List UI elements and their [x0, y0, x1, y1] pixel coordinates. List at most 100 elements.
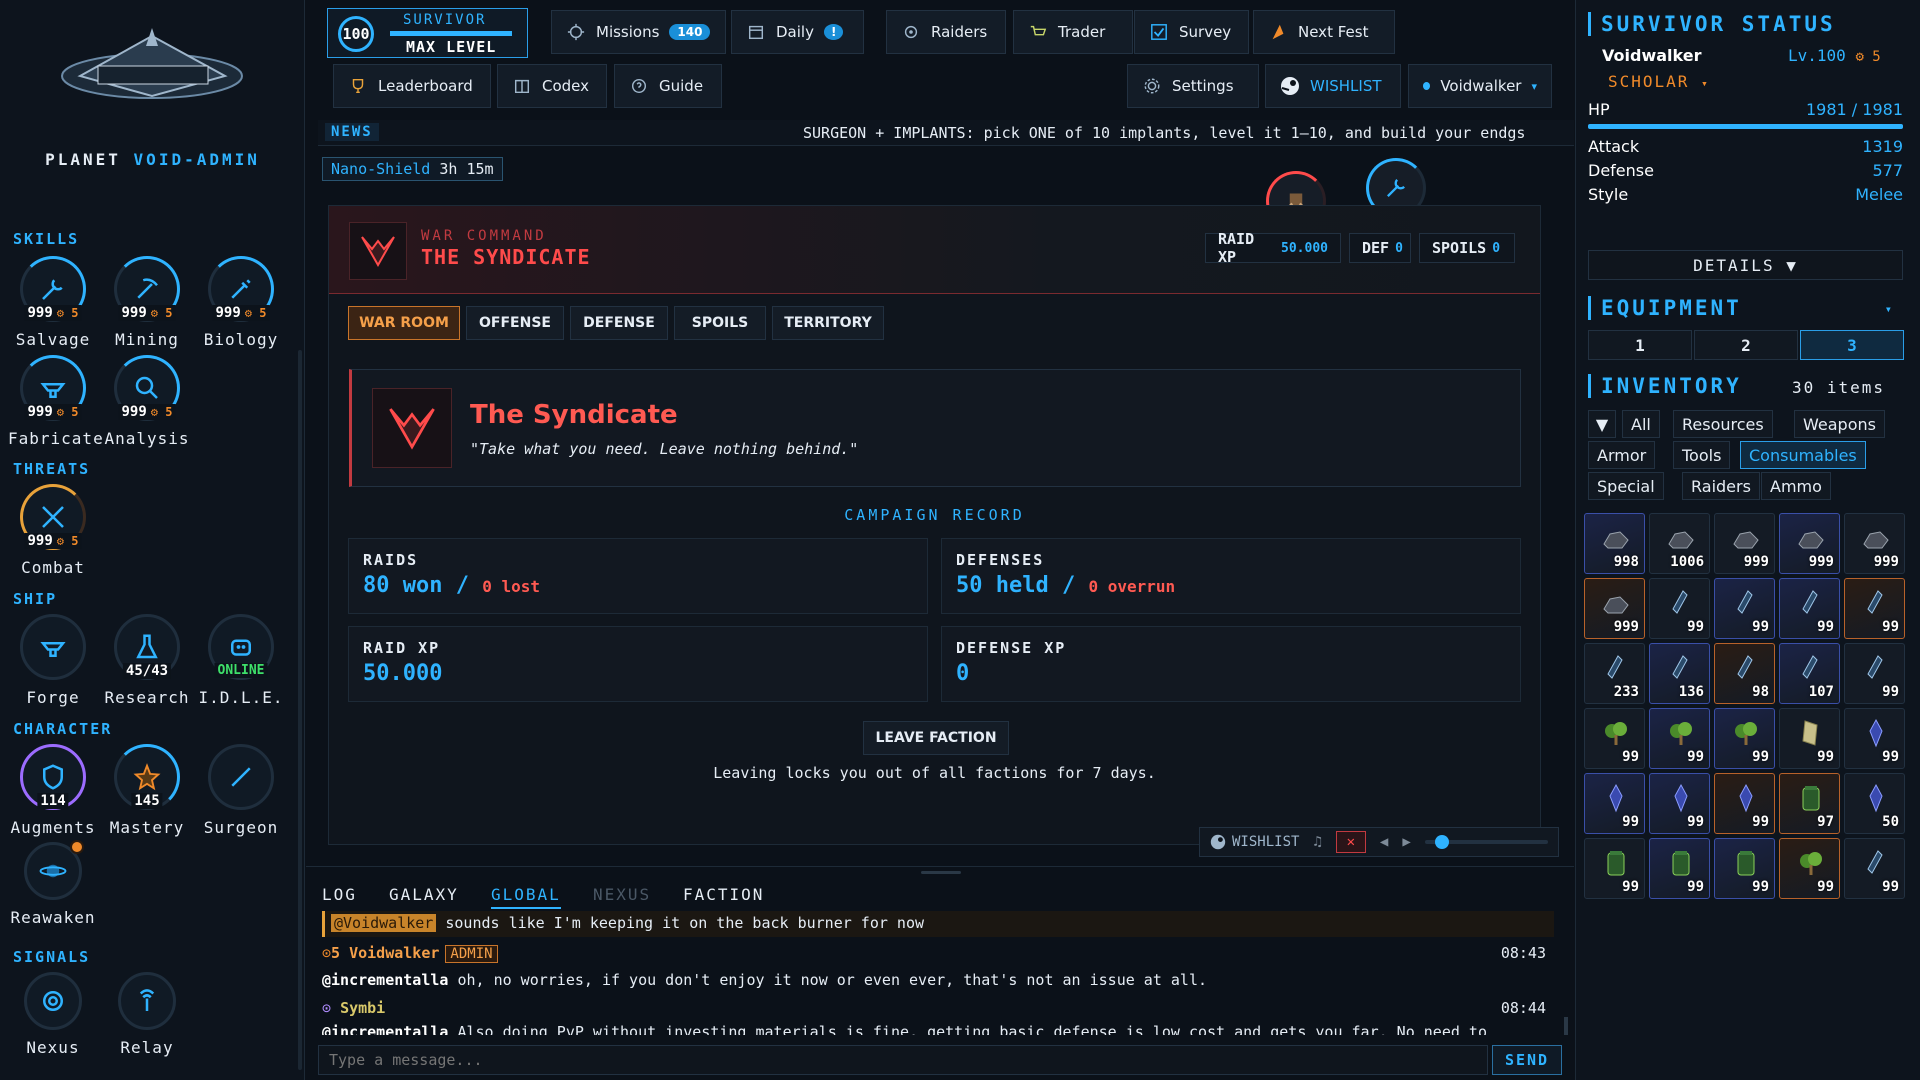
- inventory-slot[interactable]: 99: [1649, 708, 1710, 769]
- tab-spoils[interactable]: SPOILS: [674, 306, 766, 340]
- skill-mining[interactable]: 999 ⚙ 5 Mining: [102, 256, 192, 349]
- inventory-slot[interactable]: 136: [1649, 643, 1710, 704]
- filter-armor[interactable]: Armor: [1588, 441, 1656, 469]
- chevron-down-icon[interactable]: ▾: [1885, 302, 1892, 316]
- chat-tab-galaxy[interactable]: GALAXY: [389, 885, 459, 904]
- inventory-slot[interactable]: 998: [1584, 513, 1645, 574]
- inventory-slot[interactable]: 999: [1584, 578, 1645, 639]
- inventory-slot[interactable]: 233: [1584, 643, 1645, 704]
- loadout-3-button[interactable]: 3: [1800, 330, 1904, 360]
- inventory-slot[interactable]: 999: [1844, 513, 1905, 574]
- tab-defense[interactable]: DEFENSE: [570, 306, 668, 340]
- chat-tab-nexus[interactable]: NEXUS: [593, 885, 651, 904]
- filter-resources[interactable]: Resources: [1673, 410, 1773, 438]
- inventory-slot[interactable]: 97: [1779, 773, 1840, 834]
- inventory-slot[interactable]: 1006: [1649, 513, 1710, 574]
- inventory-slot[interactable]: 99: [1649, 773, 1710, 834]
- inventory-slot[interactable]: 99: [1844, 838, 1905, 899]
- music-note-icon[interactable]: ♫: [1313, 834, 1321, 850]
- filter-special[interactable]: Special: [1588, 472, 1664, 500]
- inventory-slot[interactable]: 99: [1714, 838, 1775, 899]
- chat-tab-log[interactable]: LOG: [322, 885, 357, 904]
- chat-mention[interactable]: @incrementalla: [322, 971, 448, 989]
- survey-button[interactable]: Survey: [1134, 10, 1249, 54]
- ship-idle[interactable]: ONLINE I.D.L.E.: [196, 614, 286, 707]
- loadout-2-button[interactable]: 2: [1694, 330, 1798, 360]
- guide-button[interactable]: Guide: [614, 64, 722, 108]
- mute-icon[interactable]: ✕: [1335, 831, 1366, 853]
- next-track-icon[interactable]: ▶: [1402, 834, 1410, 850]
- inventory-slot[interactable]: 99: [1844, 643, 1905, 704]
- survivor-level-card[interactable]: 100 SURVIVOR MAX LEVEL: [327, 8, 528, 58]
- prev-track-icon[interactable]: ◀: [1380, 834, 1388, 850]
- leave-faction-button[interactable]: LEAVE FACTION: [863, 721, 1009, 755]
- character-augments[interactable]: 114 Augments: [8, 744, 98, 837]
- chat-scrollbar[interactable]: [1564, 1017, 1568, 1035]
- inventory-slot[interactable]: 50: [1844, 773, 1905, 834]
- inventory-slot[interactable]: 999: [1714, 513, 1775, 574]
- leaderboard-button[interactable]: Leaderboard: [333, 64, 491, 108]
- daily-button[interactable]: Daily !: [731, 10, 864, 54]
- chat-tab-global[interactable]: GLOBAL: [491, 885, 561, 909]
- wishlist-mini-button[interactable]: WISHLIST: [1210, 834, 1299, 850]
- filter-raiders[interactable]: Raiders: [1682, 472, 1760, 500]
- signal-relay[interactable]: Relay: [102, 972, 192, 1057]
- volume-slider[interactable]: [1424, 835, 1548, 849]
- skill-salvage[interactable]: 999 ⚙ 5 Salvage: [8, 256, 98, 349]
- volume-knob[interactable]: [1434, 835, 1449, 849]
- chat-resize-handle[interactable]: [921, 871, 961, 874]
- inventory-slot[interactable]: 98: [1714, 643, 1775, 704]
- details-button[interactable]: DETAILS ▼: [1588, 250, 1903, 280]
- inventory-slot[interactable]: 99: [1779, 838, 1840, 899]
- sidebar-scrollbar[interactable]: [298, 350, 302, 1070]
- character-reawaken[interactable]: Reawaken: [8, 840, 98, 927]
- inventory-slot[interactable]: 99: [1584, 708, 1645, 769]
- chat-mention[interactable]: @incrementalla: [322, 1023, 448, 1035]
- inventory-slot[interactable]: 99: [1714, 708, 1775, 769]
- inventory-slot[interactable]: 99: [1714, 578, 1775, 639]
- inventory-slot[interactable]: 99: [1584, 773, 1645, 834]
- quote-mention[interactable]: @Voidwalker: [331, 914, 437, 932]
- tab-war-room[interactable]: WAR ROOM: [348, 306, 460, 340]
- filter-weapons[interactable]: Weapons: [1794, 410, 1885, 438]
- inventory-slot[interactable]: 99: [1844, 708, 1905, 769]
- inventory-slot[interactable]: 99: [1844, 578, 1905, 639]
- character-surgeon[interactable]: Surgeon: [196, 744, 286, 837]
- inventory-slot[interactable]: 999: [1779, 513, 1840, 574]
- chat-username[interactable]: Symbi: [340, 999, 385, 1017]
- missions-button[interactable]: Missions 140: [551, 10, 726, 54]
- class-dropdown[interactable]: SCHOLAR ▾: [1608, 72, 1710, 91]
- skill-fabricate[interactable]: 999 ⚙ 5 Fabricate: [8, 355, 103, 448]
- raiders-button[interactable]: Raiders: [886, 10, 1006, 54]
- inventory-slot[interactable]: 99: [1649, 838, 1710, 899]
- signal-nexus[interactable]: Nexus: [8, 972, 98, 1057]
- chat-tab-faction[interactable]: FACTION: [683, 885, 764, 904]
- filter-consumables[interactable]: Consumables: [1740, 441, 1866, 469]
- codex-button[interactable]: Codex: [497, 64, 607, 108]
- settings-button[interactable]: Settings: [1127, 64, 1259, 108]
- ship-forge[interactable]: Forge: [8, 614, 98, 707]
- filter-collapse-toggle[interactable]: ▼: [1588, 410, 1616, 438]
- filter-all[interactable]: All: [1622, 410, 1660, 438]
- trader-button[interactable]: Trader: [1013, 10, 1133, 54]
- inventory-slot[interactable]: 99: [1584, 838, 1645, 899]
- inventory-slot[interactable]: 99: [1779, 708, 1840, 769]
- tab-territory[interactable]: TERRITORY: [772, 306, 884, 340]
- send-button[interactable]: SEND: [1492, 1045, 1562, 1075]
- threat-combat[interactable]: 999 ⚙ 5 Combat: [8, 484, 98, 577]
- skill-biology[interactable]: 999 ⚙ 5 Biology: [196, 256, 286, 349]
- inventory-slot[interactable]: 107: [1779, 643, 1840, 704]
- chat-username[interactable]: Voidwalker: [349, 944, 439, 962]
- filter-tools[interactable]: Tools: [1673, 441, 1731, 469]
- wishlist-button[interactable]: WISHLIST: [1265, 64, 1401, 108]
- inventory-slot[interactable]: 99: [1649, 578, 1710, 639]
- inventory-slot[interactable]: 99: [1714, 773, 1775, 834]
- tab-offense[interactable]: OFFENSE: [466, 306, 564, 340]
- ship-research[interactable]: 45/43 Research: [102, 614, 192, 707]
- character-mastery[interactable]: 145 Mastery: [102, 744, 192, 837]
- filter-ammo[interactable]: Ammo: [1761, 472, 1831, 500]
- loadout-1-button[interactable]: 1: [1588, 330, 1692, 360]
- inventory-slot[interactable]: 99: [1779, 578, 1840, 639]
- chat-input[interactable]: [318, 1045, 1488, 1075]
- next-fest-button[interactable]: Next Fest: [1253, 10, 1395, 54]
